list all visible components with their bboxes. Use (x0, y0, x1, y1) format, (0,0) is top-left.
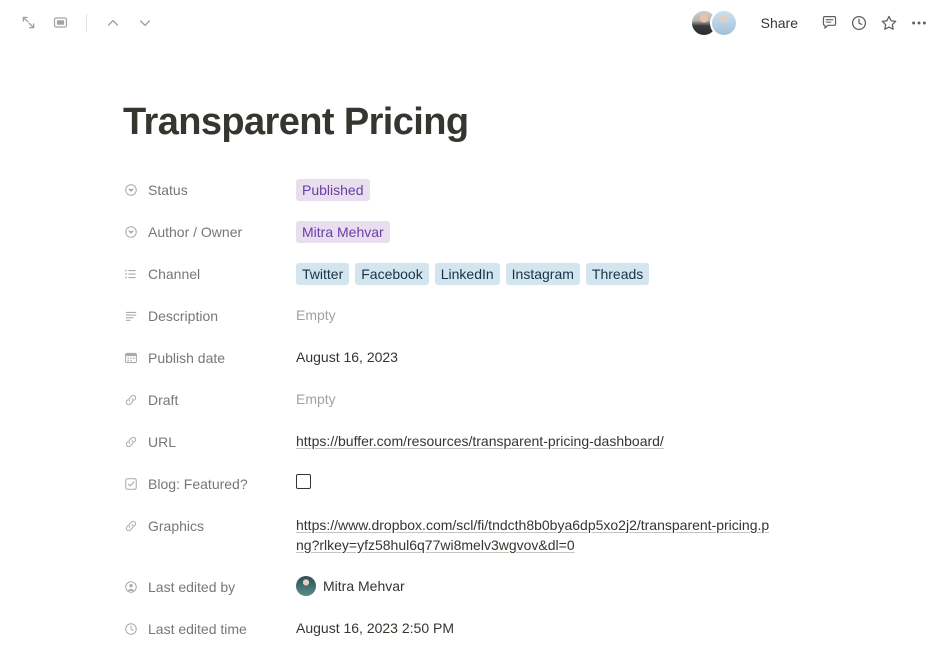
page-title[interactable]: Transparent Pricing (123, 102, 907, 144)
panel-toggle-icon[interactable] (46, 9, 74, 37)
property-value-url[interactable]: https://buffer.com/resources/transparent… (296, 428, 907, 451)
top-toolbar: Share (0, 0, 947, 45)
property-label-publish-date[interactable]: Publish date (123, 344, 296, 370)
property-label-graphics[interactable]: Graphics (123, 512, 296, 538)
empty-placeholder[interactable]: Empty (296, 305, 336, 325)
avatar-user-2[interactable] (710, 9, 738, 37)
property-label-blog-featured[interactable]: Blog: Featured? (123, 470, 296, 496)
property-list: Status Published Author / Owner Mitra Me… (123, 172, 907, 653)
channel-tag[interactable]: Twitter (296, 263, 349, 285)
property-row-description: Description Empty (123, 298, 907, 340)
channel-tag[interactable]: Threads (586, 263, 649, 285)
link-icon (123, 434, 139, 450)
property-value-channel[interactable]: Twitter Facebook LinkedIn Instagram Thre… (296, 260, 907, 285)
property-label-description[interactable]: Description (123, 302, 296, 328)
property-label-text: Publish date (148, 350, 225, 366)
url-link[interactable]: https://buffer.com/resources/transparent… (296, 431, 664, 451)
toolbar-divider (86, 14, 87, 32)
clock-icon (123, 621, 139, 637)
person-chip[interactable]: Mitra Mehvar (296, 576, 405, 596)
comment-icon[interactable] (815, 9, 843, 37)
property-label-text: Status (148, 182, 188, 198)
property-label-text: Draft (148, 392, 178, 408)
channel-tag[interactable]: Facebook (355, 263, 428, 285)
share-button[interactable]: Share (752, 10, 807, 36)
property-value-status[interactable]: Published (296, 176, 907, 201)
property-row-graphics: Graphics https://www.dropbox.com/scl/fi/… (123, 508, 907, 559)
blog-featured-checkbox[interactable] (296, 474, 311, 489)
expand-collapse-icon[interactable] (14, 9, 42, 37)
select-icon (123, 182, 139, 198)
property-row-author-owner: Author / Owner Mitra Mehvar (123, 214, 907, 256)
toolbar-left-group (14, 9, 159, 37)
property-value-last-edited-time[interactable]: August 16, 2023 2:50 PM (296, 615, 907, 638)
empty-placeholder[interactable]: Empty (296, 389, 336, 409)
property-value-graphics[interactable]: https://www.dropbox.com/scl/fi/tndcth8b0… (296, 512, 907, 555)
avatar (296, 576, 316, 596)
property-value-blog-featured[interactable] (296, 470, 907, 489)
channel-tag[interactable]: LinkedIn (435, 263, 500, 285)
toolbar-right-group: Share (690, 9, 933, 37)
graphics-link[interactable]: https://www.dropbox.com/scl/fi/tndcth8b0… (296, 515, 774, 555)
property-row-last-edited-time: Last edited time August 16, 2023 2:50 PM (123, 611, 907, 653)
checkbox-icon (123, 476, 139, 492)
page-content: Transparent Pricing Status Published (0, 102, 947, 653)
channel-tag[interactable]: Instagram (506, 263, 580, 285)
property-label-text: URL (148, 434, 176, 450)
nav-down-icon[interactable] (131, 9, 159, 37)
property-row-last-edited-by: Last edited by Mitra Mehvar (123, 569, 907, 611)
property-value-description[interactable]: Empty (296, 302, 907, 325)
calendar-icon (123, 350, 139, 366)
nav-up-icon[interactable] (99, 9, 127, 37)
more-options-icon[interactable] (905, 9, 933, 37)
property-label-status[interactable]: Status (123, 176, 296, 202)
property-value-publish-date[interactable]: August 16, 2023 (296, 344, 907, 367)
property-label-text: Last edited by (148, 579, 235, 595)
property-row-draft: Draft Empty (123, 382, 907, 424)
author-tag[interactable]: Mitra Mehvar (296, 221, 390, 243)
property-label-text: Blog: Featured? (148, 476, 248, 492)
property-row-publish-date: Publish date August 16, 2023 (123, 340, 907, 382)
property-value-author-owner[interactable]: Mitra Mehvar (296, 218, 907, 243)
property-label-author-owner[interactable]: Author / Owner (123, 218, 296, 244)
property-label-text: Author / Owner (148, 224, 242, 240)
link-icon (123, 392, 139, 408)
property-value-last-edited-by[interactable]: Mitra Mehvar (296, 573, 907, 596)
select-icon (123, 224, 139, 240)
history-icon[interactable] (845, 9, 873, 37)
property-label-last-edited-time[interactable]: Last edited time (123, 615, 296, 641)
property-label-draft[interactable]: Draft (123, 386, 296, 412)
property-row-channel: Channel Twitter Facebook LinkedIn Instag… (123, 256, 907, 298)
multi-select-icon (123, 266, 139, 282)
text-icon (123, 308, 139, 324)
link-icon (123, 518, 139, 534)
person-name: Mitra Mehvar (323, 576, 405, 596)
property-label-channel[interactable]: Channel (123, 260, 296, 286)
property-label-text: Channel (148, 266, 200, 282)
status-tag[interactable]: Published (296, 179, 370, 201)
property-label-text: Last edited time (148, 621, 247, 637)
person-icon (123, 579, 139, 595)
property-row-url: URL https://buffer.com/resources/transpa… (123, 424, 907, 466)
collaborator-avatars[interactable] (690, 9, 738, 37)
property-label-text: Graphics (148, 518, 204, 534)
property-label-text: Description (148, 308, 218, 324)
property-row-status: Status Published (123, 172, 907, 214)
property-row-blog-featured: Blog: Featured? (123, 466, 907, 508)
property-value-draft[interactable]: Empty (296, 386, 907, 409)
property-label-url[interactable]: URL (123, 428, 296, 454)
favorite-star-icon[interactable] (875, 9, 903, 37)
property-label-last-edited-by[interactable]: Last edited by (123, 573, 296, 599)
